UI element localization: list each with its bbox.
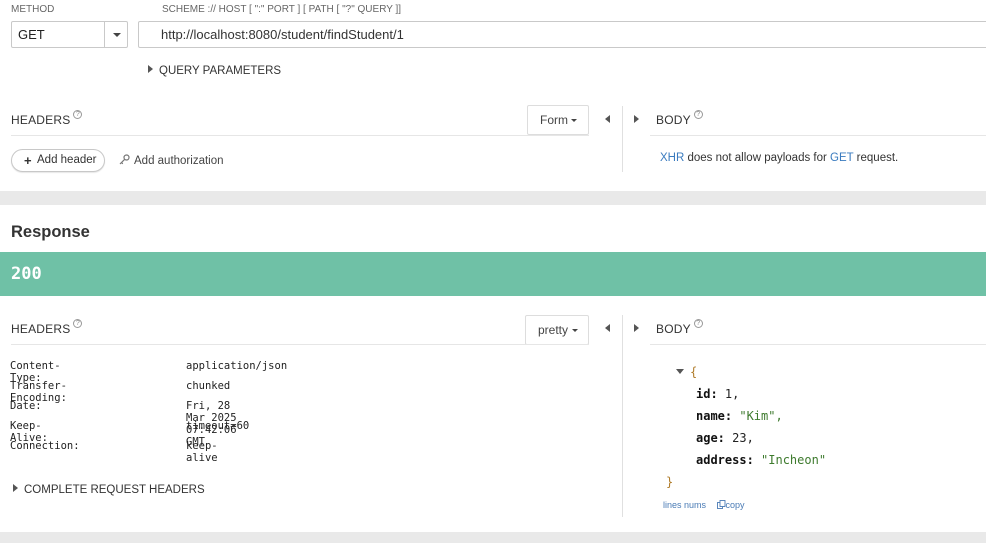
- headers-format-value: pretty: [538, 323, 569, 337]
- expand-right-icon[interactable]: [634, 115, 639, 123]
- caret-right-icon: [148, 65, 153, 73]
- help-icon[interactable]: ?: [73, 319, 83, 328]
- json-field: address: "Incheon": [696, 453, 827, 467]
- chevron-down-icon: [572, 329, 578, 332]
- help-icon[interactable]: ?: [693, 110, 703, 119]
- caret-right-icon: [13, 484, 18, 492]
- response-body-title: BODY?: [656, 319, 703, 336]
- response-title: Response: [11, 223, 90, 241]
- url-input[interactable]: http://localhost:8080/student/findStuden…: [138, 21, 986, 48]
- add-authorization-button[interactable]: Add authorization: [119, 154, 224, 167]
- chevron-down-icon[interactable]: [113, 33, 121, 37]
- panel-divider[interactable]: [622, 106, 623, 172]
- body-message: XHR does not allow payloads for GET requ…: [660, 152, 899, 164]
- get-link[interactable]: GET: [830, 152, 853, 164]
- header-value: application/json: [186, 360, 288, 372]
- header-name: Connection:: [10, 440, 80, 452]
- collapse-json-icon[interactable]: [676, 369, 684, 374]
- key-icon: [119, 154, 130, 165]
- method-select[interactable]: GET: [11, 21, 128, 48]
- request-body-title: BODY?: [656, 110, 703, 127]
- query-parameters-label: QUERY PARAMETERS: [159, 65, 282, 77]
- method-label: METHOD: [11, 4, 55, 15]
- request-panel: METHOD SCHEME :// HOST [ ":" PORT ] [ PA…: [0, 0, 986, 191]
- chevron-down-icon: [571, 119, 577, 122]
- header-name: Date:: [10, 400, 42, 412]
- header-value: timeout=60: [186, 420, 250, 432]
- panel-divider[interactable]: [622, 315, 623, 517]
- json-viewer: { id: 1, name: "Kim", age: 23, address: …: [666, 365, 827, 489]
- copy-icon: [716, 500, 725, 509]
- plus-icon: +: [24, 153, 32, 168]
- headers-format-dropdown[interactable]: pretty: [525, 315, 589, 345]
- help-icon[interactable]: ?: [73, 110, 83, 119]
- help-icon[interactable]: ?: [693, 319, 703, 328]
- collapse-left-icon[interactable]: [605, 324, 610, 332]
- url-label: SCHEME :// HOST [ ":" PORT ] [ PATH [ "?…: [162, 4, 402, 15]
- header-value: keep-alive: [186, 440, 218, 464]
- json-tools: lines nums copy: [663, 500, 745, 510]
- copy-link[interactable]: copy: [716, 500, 745, 510]
- header-value: chunked: [186, 380, 231, 392]
- json-field: id: 1,: [696, 387, 740, 401]
- query-parameters-toggle[interactable]: QUERY PARAMETERS: [148, 65, 281, 77]
- complete-request-headers-toggle[interactable]: COMPLETE REQUEST HEADERS: [13, 484, 205, 496]
- json-field: name: "Kim",: [696, 409, 783, 423]
- collapse-left-icon[interactable]: [605, 115, 610, 123]
- expand-right-icon[interactable]: [634, 324, 639, 332]
- headers-mode-dropdown[interactable]: Form: [527, 105, 589, 135]
- response-headers-title: HEADERS?: [11, 319, 83, 336]
- status-bar: 200: [0, 252, 986, 296]
- status-code: 200: [11, 264, 42, 284]
- add-header-button[interactable]: + Add header: [11, 149, 105, 172]
- url-value: http://localhost:8080/student/findStuden…: [161, 27, 404, 42]
- json-field: age: 23,: [696, 431, 754, 445]
- headers-mode-value: Form: [540, 113, 568, 127]
- response-panel: Response 200 HEADERS? pretty Content-Typ…: [0, 205, 986, 532]
- request-headers-title: HEADERS?: [11, 110, 83, 127]
- lines-nums-link[interactable]: lines nums: [663, 500, 706, 510]
- xhr-link[interactable]: XHR: [660, 152, 684, 164]
- method-value: GET: [18, 27, 45, 42]
